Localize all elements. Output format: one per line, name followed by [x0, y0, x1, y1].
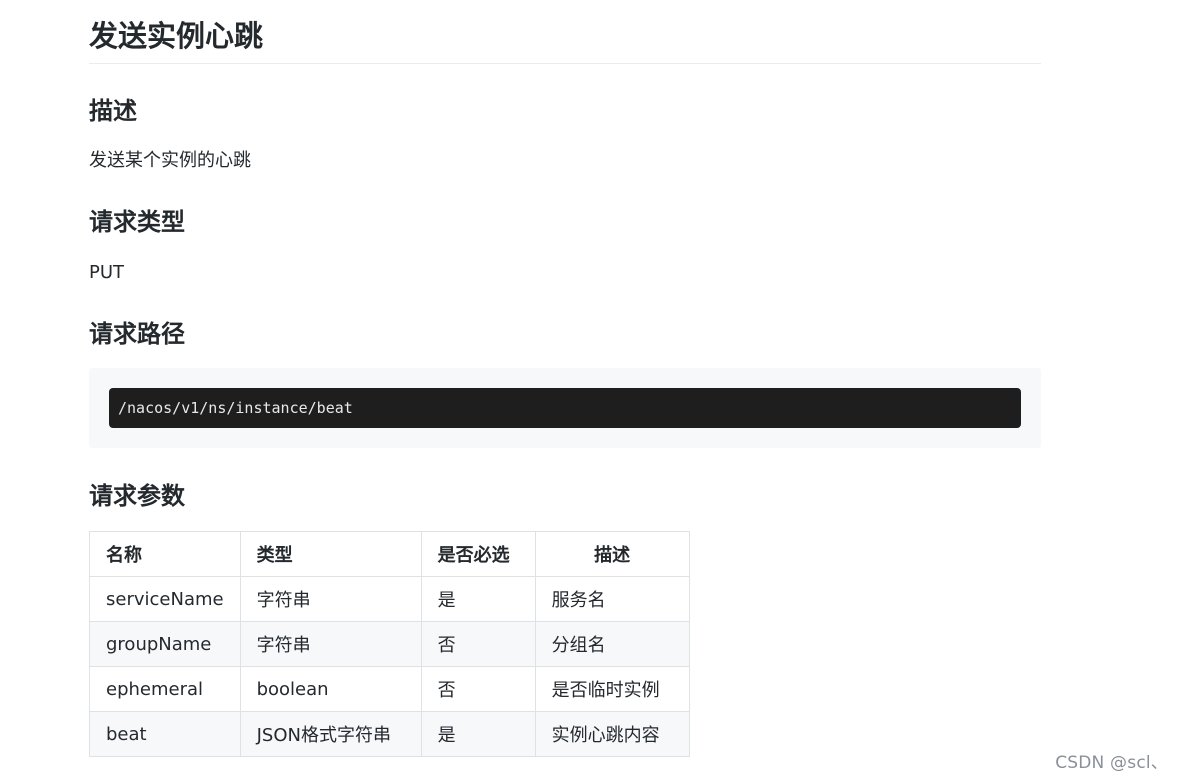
table-cell: boolean	[239, 666, 422, 712]
table-row: groupName 字符串 否 分组名	[89, 621, 690, 667]
table-cell: 否	[420, 621, 536, 667]
table-cell: 是	[420, 576, 536, 622]
document-page: 发送实例心跳 描述 发送某个实例的心跳 请求类型 PUT 请求路径 /nacos…	[89, 0, 1041, 757]
code-block: /nacos/v1/ns/instance/beat	[89, 368, 1041, 448]
section-heading-request-params: 请求参数	[89, 482, 185, 510]
section-heading-request-type: 请求类型	[89, 208, 185, 236]
table-header-name: 名称	[89, 531, 241, 577]
section-heading-request-path: 请求路径	[89, 320, 185, 348]
table-cell: 字符串	[239, 621, 422, 667]
table-cell: 是否临时实例	[534, 666, 690, 712]
table-cell: 否	[420, 666, 536, 712]
request-type-text: PUT	[89, 262, 125, 283]
table-cell: 实例心跳内容	[534, 711, 690, 757]
table-header-required: 是否必选	[420, 531, 536, 577]
table-cell: 字符串	[239, 576, 422, 622]
code-line: /nacos/v1/ns/instance/beat	[109, 388, 1021, 428]
table-cell: 服务名	[534, 576, 690, 622]
table-row: serviceName 字符串 是 服务名	[89, 576, 690, 622]
table-header-type: 类型	[239, 531, 422, 577]
watermark: CSDN @scl、	[1055, 753, 1168, 773]
table-cell: serviceName	[89, 576, 241, 622]
table-cell: groupName	[89, 621, 241, 667]
table-row: beat JSON格式字符串 是 实例心跳内容	[89, 711, 690, 757]
table-cell: 是	[420, 711, 536, 757]
request-path-code[interactable]: /nacos/v1/ns/instance/beat	[118, 388, 353, 428]
section-heading-description: 描述	[89, 97, 137, 125]
table-cell: ephemeral	[89, 666, 241, 712]
table-cell: beat	[89, 711, 241, 757]
description-text: 发送某个实例的心跳	[89, 150, 251, 171]
page-title: 发送实例心跳	[89, 0, 1041, 64]
table-row: ephemeral boolean 否 是否临时实例	[89, 666, 690, 712]
table-cell: 分组名	[534, 621, 690, 667]
table-cell: JSON格式字符串	[239, 711, 422, 757]
table-header-description: 描述	[534, 531, 690, 577]
table-header-row: 名称 类型 是否必选 描述	[89, 531, 690, 577]
params-table: 名称 类型 是否必选 描述 serviceName 字符串 是 服务名 grou…	[89, 531, 690, 757]
